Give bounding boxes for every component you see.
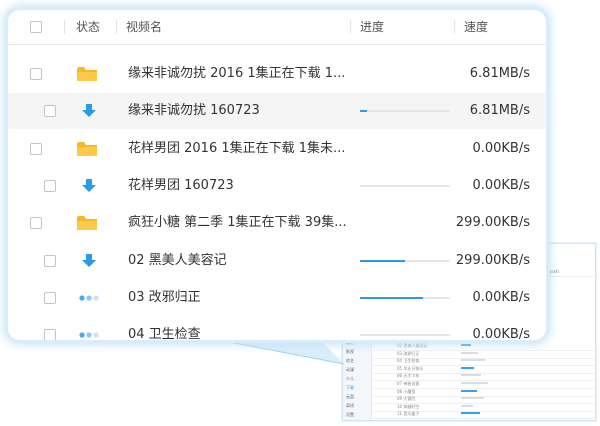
task-group-row[interactable]: 花样男团 2016 1集正在下载 1集未... 0.00KB/s <box>8 131 546 167</box>
task-name: 04 卫生检查 <box>128 327 201 340</box>
task-row[interactable]: 04 卫生检查 0.00KB/s <box>8 317 546 340</box>
column-separator <box>64 20 65 34</box>
background-sidebar-item: 云盘 <box>346 394 354 399</box>
background-row-name: 06 天才少年 <box>397 373 420 379</box>
task-row[interactable]: 02 黑美人美容记 299.00KB/s <box>8 243 546 279</box>
progress-fill <box>360 296 423 299</box>
task-row[interactable]: 03 改邪归正 0.00KB/s <box>8 280 546 316</box>
background-sidebar-item: 动漫 <box>346 367 354 372</box>
download-speed: 0.00KB/s <box>472 327 530 340</box>
task-name: 缘来非诚勿扰 160723 <box>128 103 260 119</box>
row-checkbox[interactable] <box>44 254 56 267</box>
waiting-dots-icon <box>78 327 100 340</box>
background-progress-bar <box>461 397 484 400</box>
folder-icon <box>76 141 98 157</box>
column-header-name[interactable]: 视频名 <box>126 10 162 44</box>
download-speed: 6.81MB/s <box>469 66 530 81</box>
folder-icon <box>76 66 98 82</box>
background-progress-bar <box>461 374 481 377</box>
background-row-name: 09 大冒险 <box>397 396 416 402</box>
background-row-name: 10 穿越时空 <box>397 403 420 409</box>
column-header-progress[interactable]: 进度 <box>360 10 384 44</box>
background-sidebar-item: 少儿 <box>346 376 354 381</box>
background-row-name: 04 卫生检查 <box>397 358 420 364</box>
column-separator <box>116 20 117 34</box>
download-list-panel: 状态 视频名 进度 速度 缘来非诚勿扰 2016 1集正在下载 1... 6.81… <box>8 10 546 340</box>
background-progress-bar <box>461 344 471 346</box>
background-progress-bar <box>461 351 478 354</box>
task-name: 花样男团 2016 1集正在下载 1集未... <box>128 140 346 156</box>
column-separator <box>350 20 351 34</box>
waiting-dots-icon <box>78 290 100 306</box>
task-name: 疯狂小糖 第二季 1集正在下载 39集... <box>128 215 347 231</box>
background-sidebar-item: 影视 <box>346 349 354 354</box>
background-row-name: 07 神秘访客 <box>397 381 420 386</box>
background-row: 11 音乐盒子 <box>373 410 595 420</box>
progress-fill <box>360 259 405 262</box>
column-separator <box>454 20 455 34</box>
row-checkbox[interactable] <box>44 329 56 340</box>
task-name: 02 黑美人美容记 <box>128 252 227 268</box>
background-sidebar-item: 离线 <box>346 403 354 408</box>
task-name: 花样男团 160723 <box>128 177 234 193</box>
background-sidebar-item: 下载 <box>346 385 354 390</box>
select-all-checkbox[interactable] <box>30 21 42 33</box>
download-speed: 0.00KB/s <box>472 289 530 305</box>
download-arrow-icon <box>78 253 100 269</box>
row-checkbox[interactable] <box>30 68 42 80</box>
row-checkbox[interactable] <box>30 142 42 155</box>
background-sidebar-item: 设置 <box>346 412 354 417</box>
download-speed: 299.00KB/s <box>455 252 530 268</box>
background-row-name: 03 改邪归正 <box>397 350 420 356</box>
background-row-name: 05 毕业日快乐 <box>397 365 424 371</box>
background-progress-bar <box>461 382 488 384</box>
task-group-row[interactable]: 缘来非诚勿扰 2016 1集正在下载 1... 6.81MB/s <box>8 56 546 92</box>
task-group-row[interactable]: 疯狂小糖 第二季 1集正在下载 39集... 299.00KB/s <box>8 205 546 241</box>
column-header-status[interactable]: 状态 <box>76 10 100 44</box>
background-progress-bar <box>461 366 474 369</box>
background-progress-bar <box>461 359 485 362</box>
column-header-speed[interactable]: 速度 <box>464 10 488 44</box>
download-arrow-icon <box>78 178 100 194</box>
download-speed: 0.00KB/s <box>472 140 530 156</box>
task-name: 缘来非诚勿扰 2016 1集正在下载 1... <box>128 66 346 81</box>
row-checkbox[interactable] <box>44 179 56 192</box>
table-header: 状态 视频名 进度 速度 <box>8 10 546 45</box>
folder-icon <box>76 215 98 231</box>
task-row[interactable]: 缘来非诚勿扰 160723 6.81MB/s <box>8 93 546 130</box>
download-arrow-icon <box>78 103 100 119</box>
background-sidebar-item: 综艺 <box>346 358 354 363</box>
background-sidebar-item: 最近 <box>346 340 354 345</box>
row-checkbox[interactable] <box>44 291 56 304</box>
background-progress-bar <box>461 412 480 415</box>
task-name: 03 改邪归正 <box>128 289 201 305</box>
task-row[interactable]: 花样男团 160723 0.00KB/s <box>8 168 546 204</box>
background-row-name: 08 小魔怪 <box>397 388 416 394</box>
progress-fill <box>360 110 368 113</box>
background-progress-bar <box>461 389 477 392</box>
download-speed: 6.81MB/s <box>469 103 530 119</box>
row-checkbox[interactable] <box>44 105 56 118</box>
background-row-name: 02 黑美人美容记 <box>397 343 428 348</box>
background-row-name: 11 音乐盒子 <box>397 411 420 417</box>
download-speed: 299.00KB/s <box>455 215 530 231</box>
download-speed: 0.00KB/s <box>472 177 530 193</box>
row-checkbox[interactable] <box>30 217 42 230</box>
background-progress-bar <box>461 404 473 407</box>
